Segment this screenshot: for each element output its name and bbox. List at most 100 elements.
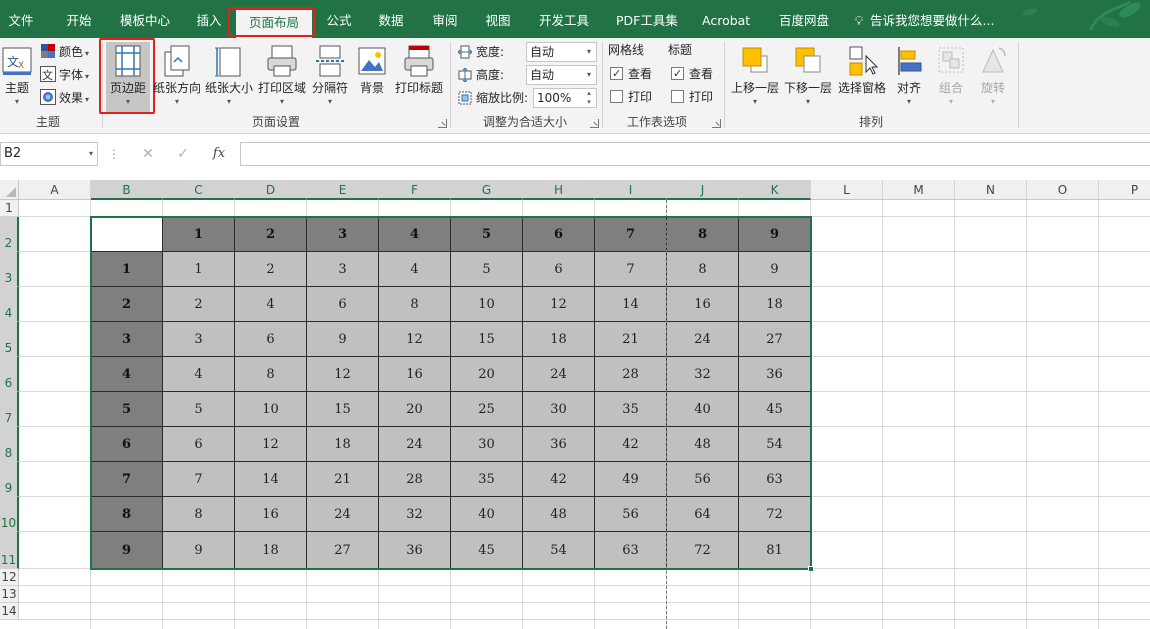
print-titles-button[interactable]: 打印标题 (393, 42, 445, 112)
group-button[interactable]: 组合 ▾ (931, 42, 971, 112)
size-button[interactable]: 纸张大小 ▾ (204, 42, 254, 112)
spin-up-icon[interactable]: ▴ (582, 89, 596, 98)
table-column-header[interactable]: 2 (235, 217, 307, 252)
table-column-header[interactable]: 3 (307, 217, 379, 252)
table-row-header[interactable]: 5 (91, 392, 163, 427)
table-cell[interactable]: 12 (523, 287, 595, 322)
tab-template-center[interactable]: 模板中心 (117, 8, 173, 34)
formula-bar-grip-icon[interactable]: ⋮ (108, 142, 120, 166)
send-backward-button[interactable]: 下移一层 ▾ (783, 42, 833, 112)
table-cell[interactable]: 40 (451, 497, 523, 532)
headings-print-checkbox[interactable]: 打印 (671, 87, 713, 107)
tab-page-layout[interactable]: 页面布局 (236, 10, 312, 38)
table-column-header[interactable]: 1 (163, 217, 235, 252)
table-cell[interactable]: 30 (451, 427, 523, 462)
table-cell[interactable]: 10 (451, 287, 523, 322)
colors-button[interactable]: 颜色 ▾ (40, 42, 89, 62)
scale-spinner[interactable]: 100% ▴ ▾ (533, 88, 597, 108)
table-row-header[interactable]: 1 (91, 252, 163, 287)
table-row-header[interactable]: 3 (91, 322, 163, 357)
row-header-3[interactable]: 3 (0, 252, 19, 287)
table-cell[interactable]: 16 (235, 497, 307, 532)
column-header-j[interactable]: J (667, 180, 739, 200)
table-cell[interactable]: 28 (595, 357, 667, 392)
tab-data[interactable]: 数据 (376, 8, 406, 34)
tab-acrobat[interactable]: Acrobat (700, 8, 752, 34)
orientation-button[interactable]: 纸张方向 ▾ (153, 42, 201, 112)
fill-handle[interactable] (808, 566, 814, 572)
table-cell[interactable]: 18 (307, 427, 379, 462)
effects-button[interactable]: 效果 ▾ (40, 88, 89, 108)
row-header-9[interactable]: 9 (0, 462, 19, 497)
column-header-k[interactable]: K (739, 180, 811, 200)
table-cell[interactable]: 21 (595, 322, 667, 357)
table-column-header[interactable]: 6 (523, 217, 595, 252)
table-corner-cell[interactable] (91, 217, 163, 252)
table-cell[interactable]: 15 (307, 392, 379, 427)
tab-baidu-netdisk[interactable]: 百度网盘 (776, 8, 832, 34)
table-cell[interactable]: 18 (235, 532, 307, 569)
table-cell[interactable]: 54 (523, 532, 595, 569)
column-header-l[interactable]: L (811, 180, 883, 200)
table-cell[interactable]: 20 (379, 392, 451, 427)
table-cell[interactable]: 36 (739, 357, 811, 392)
table-row-header[interactable]: 8 (91, 497, 163, 532)
table-cell[interactable]: 72 (739, 497, 811, 532)
table-cell[interactable]: 4 (235, 287, 307, 322)
column-header-g[interactable]: G (451, 180, 523, 200)
column-header-d[interactable]: D (235, 180, 307, 200)
formula-input[interactable] (240, 142, 1150, 166)
table-cell[interactable]: 20 (451, 357, 523, 392)
tell-me-search[interactable]: 💡︎ 告诉我您想要做什么... (852, 8, 995, 34)
tab-file[interactable]: 文件 (6, 8, 36, 34)
select-all-corner[interactable] (0, 180, 19, 200)
table-column-header[interactable]: 5 (451, 217, 523, 252)
height-select[interactable]: 自动 ▾ (526, 65, 597, 85)
row-header-4[interactable]: 4 (0, 287, 19, 322)
table-cell[interactable]: 27 (739, 322, 811, 357)
enter-check-icon[interactable]: ✓ (168, 142, 198, 166)
table-cell[interactable]: 24 (379, 427, 451, 462)
table-cell[interactable]: 14 (235, 462, 307, 497)
table-cell[interactable]: 3 (163, 322, 235, 357)
fonts-button[interactable]: 文字体 ▾ (40, 65, 89, 85)
tab-view[interactable]: 视图 (483, 8, 513, 34)
table-cell[interactable]: 35 (451, 462, 523, 497)
table-cell[interactable]: 8 (667, 252, 739, 287)
cancel-icon[interactable]: ✕ (133, 142, 163, 166)
row-header-2[interactable]: 2 (0, 217, 19, 252)
table-cell[interactable]: 25 (451, 392, 523, 427)
column-header-b[interactable]: B (91, 180, 163, 200)
table-row-header[interactable]: 6 (91, 427, 163, 462)
table-cell[interactable]: 36 (523, 427, 595, 462)
table-cell[interactable]: 4 (163, 357, 235, 392)
table-cell[interactable]: 24 (667, 322, 739, 357)
table-cell[interactable]: 40 (667, 392, 739, 427)
table-column-header[interactable]: 9 (739, 217, 811, 252)
table-cell[interactable]: 9 (307, 322, 379, 357)
row-header-10[interactable]: 10 (0, 497, 19, 532)
column-header-m[interactable]: M (883, 180, 955, 200)
tab-pdf-tools[interactable]: PDF工具集 (614, 8, 678, 34)
column-header-e[interactable]: E (307, 180, 379, 200)
column-header-a[interactable]: A (19, 180, 91, 200)
table-cell[interactable]: 72 (667, 532, 739, 569)
row-header-7[interactable]: 7 (0, 392, 19, 427)
row-header-13[interactable]: 13 (0, 586, 19, 603)
table-cell[interactable]: 4 (379, 252, 451, 287)
table-cell[interactable]: 2 (163, 287, 235, 322)
table-cell[interactable]: 81 (739, 532, 811, 569)
table-cell[interactable]: 45 (451, 532, 523, 569)
bring-forward-button[interactable]: 上移一层 ▾ (730, 42, 780, 112)
row-header-14[interactable]: 14 (0, 603, 19, 620)
tab-developer[interactable]: 开发工具 (536, 8, 592, 34)
table-cell[interactable]: 48 (667, 427, 739, 462)
table-cell[interactable]: 49 (595, 462, 667, 497)
themes-button[interactable]: 文 X 主题 ▾ (0, 42, 34, 112)
table-cell[interactable]: 14 (595, 287, 667, 322)
row-header-8[interactable]: 8 (0, 427, 19, 462)
table-cell[interactable]: 12 (307, 357, 379, 392)
sheet-options-launcher-icon[interactable] (712, 119, 721, 128)
table-cell[interactable]: 6 (235, 322, 307, 357)
row-header-5[interactable]: 5 (0, 322, 19, 357)
